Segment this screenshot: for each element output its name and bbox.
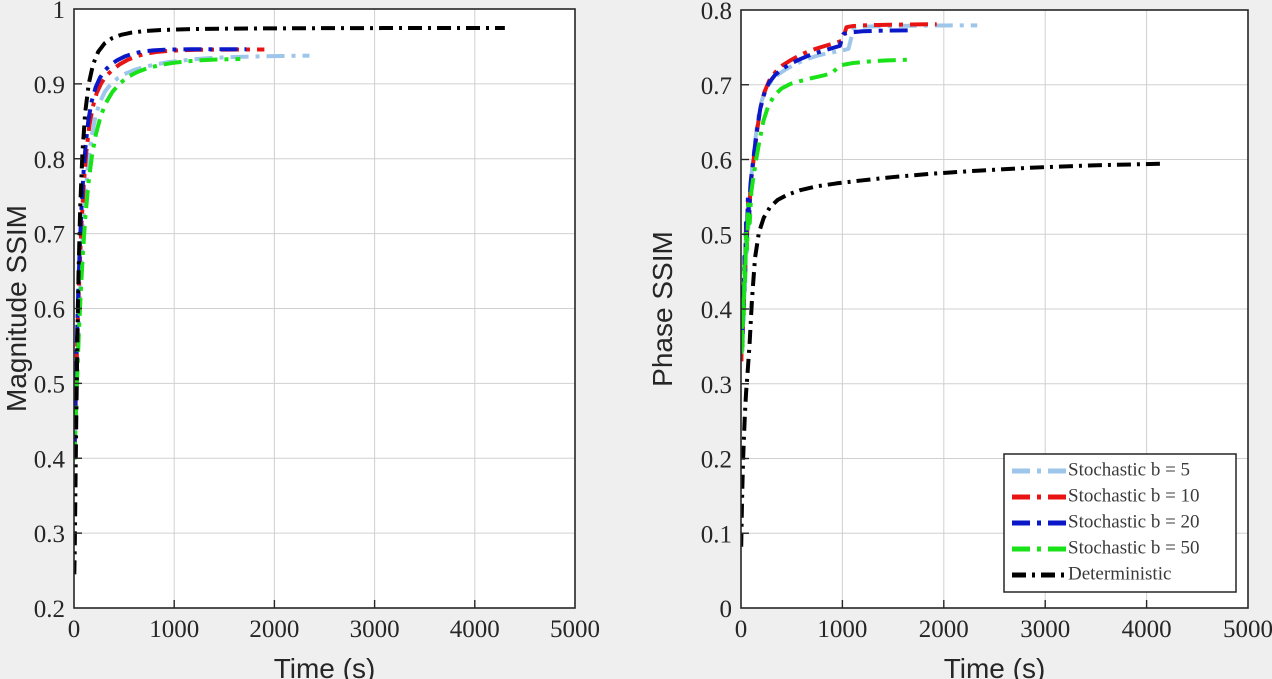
x-tick-label: 4000	[450, 616, 500, 643]
y-tick-label: 0.6	[701, 148, 732, 175]
y-tick-label: 0.5	[34, 371, 65, 398]
y-tick-label: 0.2	[701, 447, 732, 474]
phase-ssim-chart: 0 0.1 0.2 0.3 0.4 0.5 0.6 0.7 0.8 0 1000 2000 3000 40…	[647, 0, 1272, 679]
legend-label: Stochastic b = 10	[1068, 485, 1200, 506]
y-axis-label: Magnitude SSIM	[1, 205, 32, 412]
y-tick-label: 0.7	[701, 73, 732, 100]
y-tick-label: 0.4	[34, 446, 66, 473]
x-axis-label: Time (s)	[944, 653, 1046, 679]
x-tick-label: 3000	[1020, 616, 1070, 643]
legend-label: Stochastic b = 50	[1068, 537, 1200, 558]
x-axis-label: Time (s)	[274, 653, 376, 679]
x-tick-label: 1000	[149, 616, 199, 643]
x-tick-label: 2000	[919, 616, 969, 643]
y-tick-label: 0.3	[34, 521, 65, 548]
y-tick-label: 0.3	[701, 372, 732, 399]
legend-label: Deterministic	[1068, 563, 1171, 584]
magnitude-ssim-panel: 0.2 0.3 0.4 0.5 0.6 0.7 0.8 0.9 1 0 1000 2000 3000 40…	[0, 0, 636, 679]
x-tick-label: 5000	[550, 616, 600, 643]
y-tick-label: 0.8	[701, 0, 732, 25]
y-tick-label: 0.1	[701, 521, 732, 548]
legend-label: Stochastic b = 20	[1068, 511, 1200, 532]
y-tick-label: 0.4	[701, 297, 733, 324]
y-tick-label: 0.8	[34, 147, 65, 174]
y-tick-label: 0.9	[34, 72, 65, 99]
x-tick-label: 5000	[1223, 616, 1272, 643]
legend-label: Stochastic b = 5	[1068, 459, 1190, 480]
y-tick-label: 0.7	[34, 222, 65, 249]
y-axis-label: Phase SSIM	[647, 231, 678, 387]
figure-container: 0.2 0.3 0.4 0.5 0.6 0.7 0.8 0.9 1 0 1000 2000 3000 40…	[0, 0, 1272, 679]
x-tick-label: 2000	[249, 616, 299, 643]
x-tick-label: 3000	[350, 616, 400, 643]
y-tick-label: 0.2	[34, 596, 65, 623]
y-tick-label: 0.5	[701, 222, 732, 249]
x-tick-label: 4000	[1122, 616, 1172, 643]
phase-ssim-panel: 0 0.1 0.2 0.3 0.4 0.5 0.6 0.7 0.8 0 1000 2000 3000 40…	[636, 0, 1272, 679]
y-tick-label: 0	[720, 596, 733, 623]
y-tick-label: 1	[53, 0, 66, 24]
magnitude-ssim-chart: 0.2 0.3 0.4 0.5 0.6 0.7 0.8 0.9 1 0 1000 2000 3000 40…	[1, 0, 600, 679]
legend: Stochastic b = 5 Stochastic b = 10 Stochas…	[1003, 453, 1237, 593]
x-tick-label: 0	[735, 616, 748, 643]
x-tick-label: 1000	[817, 616, 867, 643]
x-tick-label: 0	[68, 616, 81, 643]
y-tick-label: 0.6	[34, 297, 65, 324]
